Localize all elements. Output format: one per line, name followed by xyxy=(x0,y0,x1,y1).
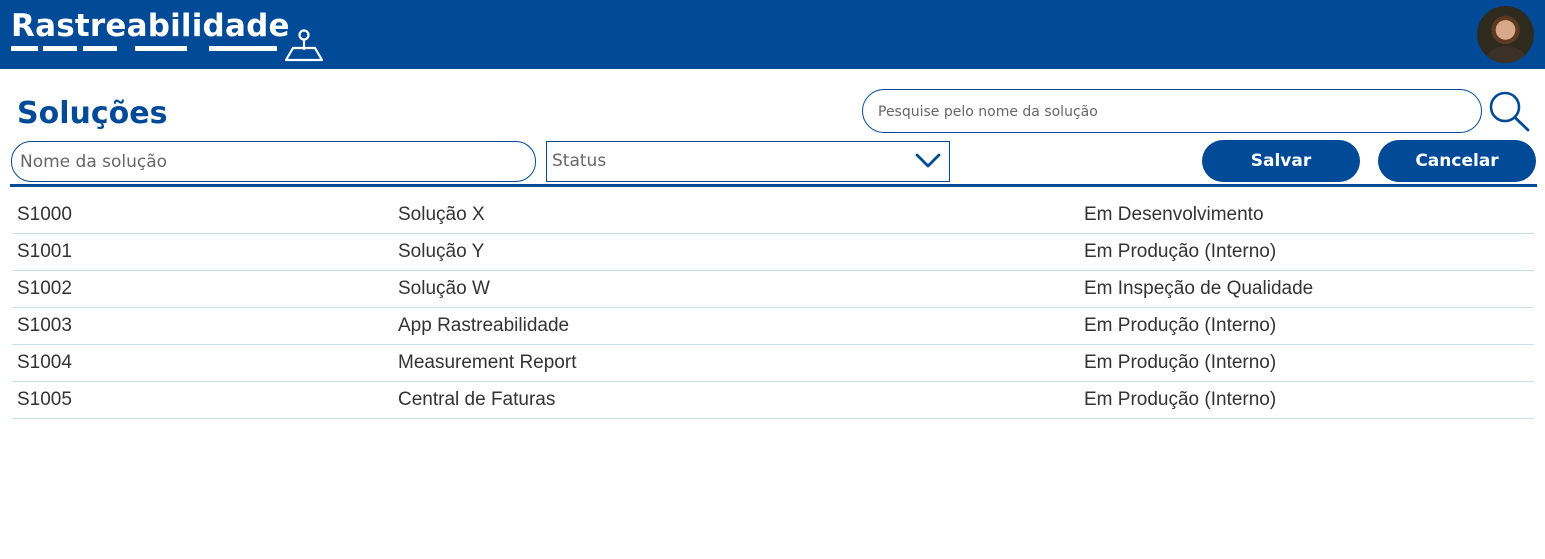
solution-name: Solução W xyxy=(398,278,490,299)
app-header: Rastreabilidade xyxy=(0,0,1545,69)
solution-name: Measurement Report xyxy=(398,352,577,373)
solution-id: S1002 xyxy=(17,278,72,299)
solution-status: Em Produção (Interno) xyxy=(1084,389,1277,410)
table-row[interactable]: S1000 Solução X Em Desenvolvimento xyxy=(12,197,1534,234)
map-pin-icon xyxy=(284,29,324,62)
status-dropdown[interactable]: Status xyxy=(546,141,950,182)
table-row[interactable]: S1004 Measurement Report Em Produção (In… xyxy=(12,345,1534,382)
solution-status: Em Produção (Interno) xyxy=(1084,241,1277,262)
user-avatar[interactable] xyxy=(1477,6,1534,63)
name-field[interactable] xyxy=(18,142,527,182)
app-title: Rastreabilidade xyxy=(11,8,290,44)
solution-name: Solução X xyxy=(398,204,485,225)
solutions-table: S1000 Solução X Em Desenvolvimento S1001… xyxy=(12,197,1534,419)
chevron-down-icon xyxy=(915,153,941,168)
solution-status: Em Produção (Interno) xyxy=(1084,352,1277,373)
avatar-shoulders xyxy=(1485,46,1527,63)
table-row[interactable]: S1001 Solução Y Em Produção (Interno) xyxy=(12,234,1534,271)
solution-status: Em Inspeção de Qualidade xyxy=(1084,278,1314,299)
solution-status: Em Produção (Interno) xyxy=(1084,315,1277,336)
solution-id: S1005 xyxy=(17,389,72,410)
name-field-wrapper[interactable] xyxy=(11,141,536,182)
solution-id: S1000 xyxy=(17,204,72,225)
solution-name: Central de Faturas xyxy=(398,389,556,410)
solution-id: S1004 xyxy=(17,352,72,373)
search-box[interactable] xyxy=(862,89,1482,133)
road-decoration xyxy=(11,46,281,52)
divider xyxy=(10,184,1537,187)
table-row[interactable]: S1003 App Rastreabilidade Em Produção (I… xyxy=(12,308,1534,345)
table-row[interactable]: S1002 Solução W Em Inspeção de Qualidade xyxy=(12,271,1534,308)
solution-name: Solução Y xyxy=(398,241,485,262)
solution-name: App Rastreabilidade xyxy=(398,315,570,336)
search-input[interactable] xyxy=(876,90,1470,133)
page-title: Soluções xyxy=(17,96,168,131)
solution-status: Em Desenvolvimento xyxy=(1084,204,1264,225)
cancel-button[interactable]: Cancelar xyxy=(1378,140,1536,182)
solution-id: S1003 xyxy=(17,315,72,336)
solution-id: S1001 xyxy=(17,241,72,262)
status-label: Status xyxy=(552,151,607,171)
save-button[interactable]: Salvar xyxy=(1202,140,1360,182)
search-icon[interactable] xyxy=(1486,89,1532,133)
table-row[interactable]: S1005 Central de Faturas Em Produção (In… xyxy=(12,382,1534,419)
